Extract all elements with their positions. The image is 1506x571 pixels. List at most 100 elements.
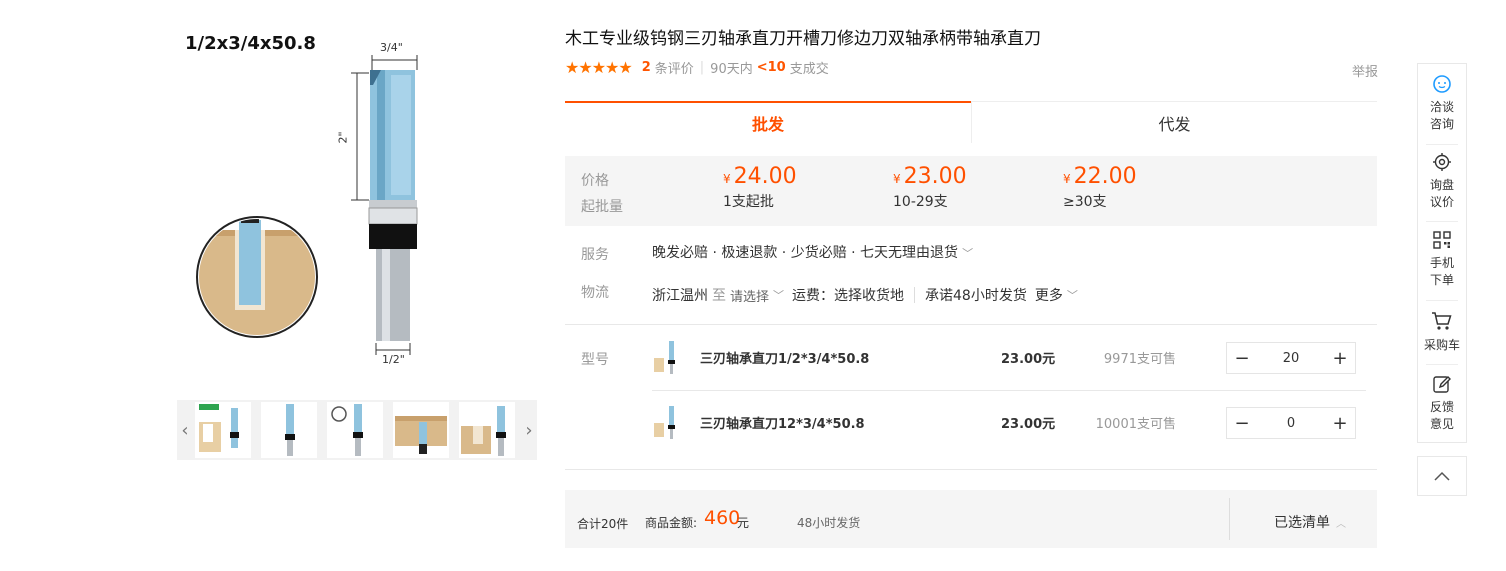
sku-name: 三刃轴承直刀1/2*3/4*50.8: [700, 352, 870, 367]
currency-symbol: ¥: [723, 172, 731, 186]
amount-label: 商品金额:: [645, 516, 698, 530]
price-tier: ¥23.00 10-29支: [893, 164, 967, 211]
sku-thumbnail[interactable]: [652, 405, 680, 439]
plus-icon[interactable]: +: [1325, 408, 1355, 438]
thumb-prev-icon[interactable]: ‹: [177, 400, 193, 460]
rating-row: ★★★★★ 2 条评价 | 90天内 <10 支成交: [565, 58, 829, 77]
tab-wholesale[interactable]: 批发: [565, 101, 971, 143]
thumbnail-strip: ‹ ›: [177, 400, 537, 460]
chat-consult-button[interactable]: 洽谈 咨询: [1418, 74, 1466, 132]
logistics-label: 物流: [581, 285, 609, 301]
divider: |: [699, 60, 705, 75]
service-label: 服务: [581, 247, 609, 263]
product-title: 木工专业级钨钢三刃轴承直刀开槽刀修边刀双轴承柄带轴承直刀: [565, 29, 1041, 49]
total-amount: 460: [704, 507, 741, 529]
quantity-input[interactable]: 20: [1257, 351, 1325, 366]
minus-icon[interactable]: −: [1227, 408, 1257, 438]
fb-line1: 洽谈: [1429, 100, 1454, 114]
divider: [565, 324, 1377, 325]
mobile-order-button[interactable]: 手机 下单: [1418, 230, 1466, 288]
fb-line1: 反馈: [1429, 400, 1454, 414]
sku-row: 三刃轴承直刀1/2*3/4*50.8 23.00元 9971支可售 − 20 +: [652, 332, 1366, 382]
fb-line2: 意见: [1429, 417, 1454, 431]
target-icon: [1433, 153, 1451, 171]
star-rating-icon: ★★★★★: [565, 58, 633, 77]
divider: [1426, 300, 1458, 301]
chevron-down-icon[interactable]: ﹀: [773, 287, 784, 303]
thumbnail[interactable]: [261, 402, 317, 458]
divider: [1426, 364, 1458, 365]
purchase-cart-button[interactable]: 采购车: [1418, 310, 1466, 353]
sku-name: 三刃轴承直刀12*3/4*50.8: [700, 417, 865, 432]
fb-line1: 手机: [1429, 256, 1454, 270]
back-to-top-button[interactable]: [1417, 456, 1467, 496]
quantity-input[interactable]: 0: [1257, 416, 1325, 431]
fb-line1: 采购车: [1423, 338, 1460, 352]
sku-price: 23.00元: [1001, 417, 1056, 432]
selected-list-toggle[interactable]: 已选清单 ︿: [1274, 512, 1346, 532]
price-tier: ¥22.00 ≥30支: [1063, 164, 1137, 211]
edit-icon: [1433, 376, 1451, 393]
price-block: 价格 起批量 ¥24.00 1支起批 ¥23.00 10-29支 ¥22.00 …: [565, 156, 1377, 226]
sales-period: 90天内: [710, 62, 753, 77]
thumbnail[interactable]: [327, 402, 383, 458]
chat-icon: [1433, 75, 1451, 93]
feedback-button[interactable]: 反馈 意见: [1418, 374, 1466, 432]
sales-label: 支成交: [789, 62, 829, 77]
chevron-up-icon: ︿: [1336, 519, 1346, 530]
sku-thumbnail[interactable]: [652, 340, 680, 374]
tier-min: 1支起批: [723, 194, 774, 210]
sku-label: 型号: [581, 352, 609, 368]
tier-min: 10-29支: [893, 194, 948, 210]
sales-count: <10: [756, 60, 786, 75]
ship-time: 48小时发货: [797, 516, 861, 530]
fb-line2: 下单: [1429, 273, 1454, 287]
fb-line2: 咨询: [1429, 117, 1454, 131]
divider: [1426, 144, 1458, 145]
order-summary-bar: 合计20件 商品金额: 460 元 48小时发货 已选清单 ︿: [565, 490, 1377, 548]
tier-price: 22.00: [1073, 164, 1137, 189]
ship-promise: 承诺48小时发货: [925, 288, 1027, 304]
more-link[interactable]: 更多: [1035, 285, 1063, 305]
review-label[interactable]: 条评价: [655, 58, 694, 77]
tier-price: 23.00: [903, 164, 967, 189]
divider: [1426, 221, 1458, 222]
cart-icon: [1432, 312, 1452, 330]
thumb-next-icon[interactable]: ›: [521, 400, 537, 460]
plus-icon[interactable]: +: [1325, 343, 1355, 373]
region-select[interactable]: 请选择: [730, 286, 769, 305]
selected-list-label: 已选清单: [1274, 515, 1330, 531]
dim-bottom-label: 1/2": [382, 353, 405, 366]
qrcode-icon: [1433, 231, 1451, 249]
logistics-row: 浙江温州 至 请选择 ﹀ 运费：选择收货地 承诺48小时发货 更多 ﹀: [652, 285, 1078, 305]
price-label: 价格: [581, 173, 609, 189]
service-text: 晚发必赔 · 极速退款 · 少货必赔 · 七天无理由退货: [652, 245, 959, 261]
total-count: 合计20件: [577, 517, 629, 531]
dim-side-label: 2": [336, 131, 350, 144]
divider: [652, 390, 1366, 391]
main-product-image[interactable]: 1/2x3/4x50.8 3/4" 2" 1/2": [177, 25, 537, 380]
shipping-fee: 运费：选择收货地: [792, 288, 905, 304]
floating-toolbar: 洽谈 咨询 询盘 议价 手机 下单 采购车 反馈 意见: [1417, 63, 1467, 443]
tier-min: ≥30支: [1063, 194, 1107, 210]
quantity-stepper: − 0 +: [1226, 407, 1356, 439]
purchase-tabs: 批发 代发: [565, 101, 1377, 143]
amount-unit: 元: [737, 516, 750, 530]
product-gallery: 1/2x3/4x50.8 3/4" 2" 1/2" ‹ ›: [177, 25, 537, 465]
minus-icon[interactable]: −: [1227, 343, 1257, 373]
sku-stock: 10001支可售: [1095, 417, 1176, 432]
thumbnail[interactable]: [195, 402, 251, 458]
chevron-down-icon[interactable]: ﹀: [1067, 287, 1078, 303]
currency-symbol: ¥: [893, 172, 901, 186]
review-count[interactable]: 2: [642, 60, 651, 75]
quantity-stepper: − 20 +: [1226, 342, 1356, 374]
tab-dropship[interactable]: 代发: [971, 101, 1377, 143]
fb-line1: 询盘: [1429, 178, 1454, 192]
report-link[interactable]: 举报: [1352, 61, 1378, 80]
dim-top-label: 3/4": [380, 41, 403, 54]
thumbnail[interactable]: [393, 402, 449, 458]
thumbnail[interactable]: [459, 402, 515, 458]
inquiry-button[interactable]: 询盘 议价: [1418, 152, 1466, 210]
service-list[interactable]: 晚发必赔 · 极速退款 · 少货必赔 · 七天无理由退货 ﹀: [652, 242, 973, 262]
sku-row: 三刃轴承直刀12*3/4*50.8 23.00元 10001支可售 − 0 +: [652, 397, 1366, 447]
